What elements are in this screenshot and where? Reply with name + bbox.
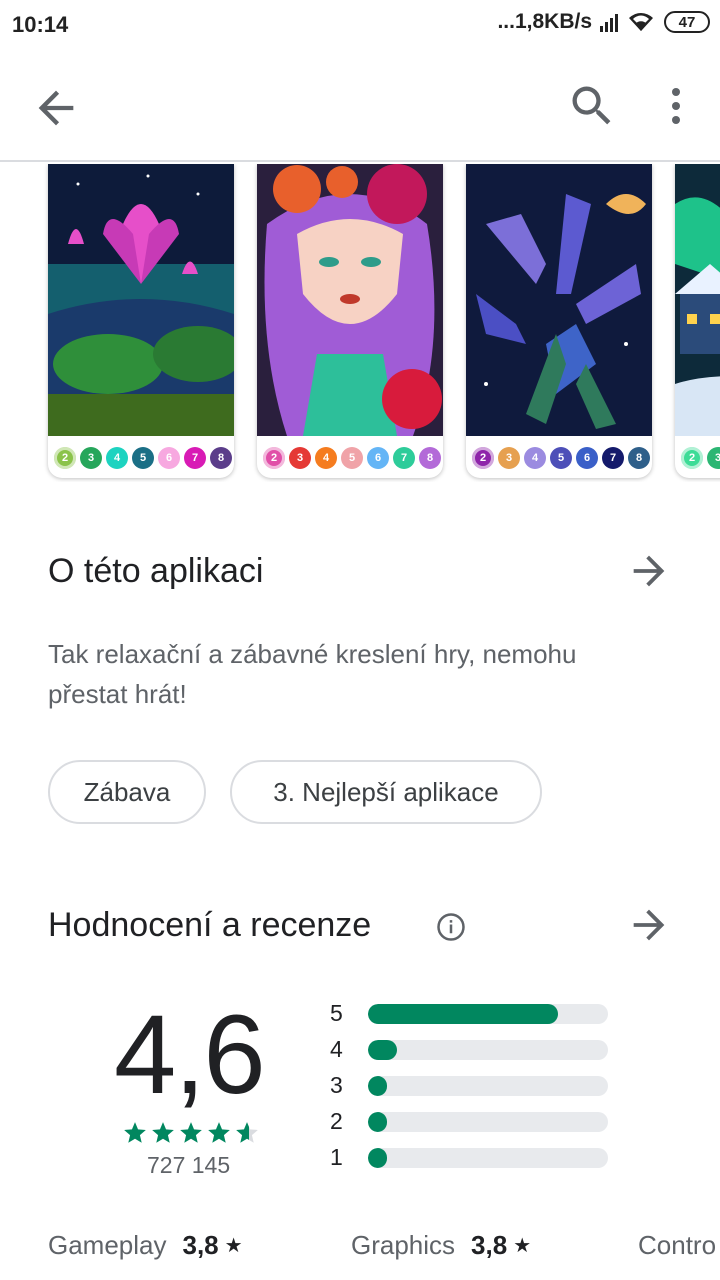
star-icon	[152, 1122, 174, 1143]
rating-bar-row: 5	[330, 996, 620, 1032]
sub-rating-value: 3,8	[182, 1230, 219, 1260]
rating-bar-fill	[368, 1040, 397, 1060]
signal-icon	[600, 12, 618, 32]
rating-bar-track	[368, 1148, 608, 1168]
color-palette: 23	[675, 440, 720, 476]
rating-bar-track	[368, 1112, 608, 1132]
palette-color: 6	[576, 447, 598, 469]
arrow-forward-icon[interactable]	[626, 902, 672, 948]
sub-rating-controls: Contro	[638, 1230, 716, 1261]
rating-bar-track	[368, 1040, 608, 1060]
sub-rating-graphics: Graphics 3,8 ★	[351, 1230, 531, 1261]
rating-bar-row: 4	[330, 1032, 620, 1068]
sub-rating-label: Gameplay	[48, 1230, 167, 1260]
rating-bar-label: 3	[330, 1072, 343, 1098]
lilies-artwork	[466, 164, 652, 436]
rating-bar-label: 1	[330, 1144, 343, 1170]
color-palette: 2345678	[48, 440, 234, 476]
star-icon	[208, 1122, 230, 1143]
palette-color: 6	[158, 447, 180, 469]
screenshot-lilies[interactable]: 2345678	[466, 164, 652, 478]
screenshot-lotus[interactable]: 2345678	[48, 164, 234, 478]
rating-bar-fill	[368, 1112, 388, 1132]
rating-bar-track	[368, 1004, 608, 1024]
app-bar	[0, 52, 720, 162]
chip-ranking[interactable]: 3. Nejlepší aplikace	[230, 760, 542, 824]
star-icon: ★	[224, 1235, 243, 1257]
sub-rating-value: 3,8	[471, 1230, 508, 1260]
rating-bar-label: 5	[330, 1000, 343, 1026]
palette-color: 4	[106, 447, 128, 469]
palette-color: 5	[132, 447, 154, 469]
more-vert-icon[interactable]	[652, 80, 700, 132]
rating-bar-fill	[368, 1004, 558, 1024]
color-palette: 2345678	[466, 440, 652, 476]
rating-bar-row: 3	[330, 1068, 620, 1104]
star-icon	[236, 1122, 258, 1143]
rating-bar-fill	[368, 1076, 388, 1096]
star-icon	[180, 1122, 202, 1143]
screenshot-girl[interactable]: 2345678	[257, 164, 443, 478]
palette-color: 4	[315, 447, 337, 469]
palette-color: 7	[602, 447, 624, 469]
palette-color: 3	[707, 447, 720, 469]
palette-color: 5	[550, 447, 572, 469]
palette-color: 7	[184, 447, 206, 469]
star-icon	[124, 1122, 146, 1143]
color-palette: 2345678	[257, 440, 443, 476]
palette-color: 8	[628, 447, 650, 469]
status-bar: 10:14 ...1,8KB/s 47	[0, 0, 720, 52]
palette-color: 3	[498, 447, 520, 469]
palette-color: 2	[263, 447, 285, 469]
palette-color: 2	[681, 447, 703, 469]
rating-bar-label: 2	[330, 1108, 343, 1134]
sub-rating-label: Contro	[638, 1230, 717, 1260]
winter-artwork	[675, 164, 720, 436]
palette-color: 4	[524, 447, 546, 469]
screenshots-carousel[interactable]: 2345678 2345678 2 3 4 5 6 7 8 2 3	[0, 164, 720, 482]
screenshot-winter[interactable]: 23	[675, 164, 720, 478]
palette-color: 5	[341, 447, 363, 469]
lotus-artwork	[48, 164, 234, 436]
palette-color: 6	[367, 447, 389, 469]
arrow-forward-icon[interactable]	[626, 548, 672, 594]
review-count: 727 145	[147, 1152, 231, 1178]
battery-indicator: 47	[664, 11, 710, 33]
about-description: Tak relaxační a zábavné kreslení hry, ne…	[48, 639, 577, 709]
about-title[interactable]: O této aplikaci	[48, 552, 263, 591]
star-icon: ★	[513, 1235, 532, 1257]
status-time: 10:14	[12, 12, 69, 37]
network-speed: ...1,8KB/s	[497, 10, 592, 33]
rating-bar-label: 4	[330, 1036, 343, 1062]
palette-color: 8	[210, 447, 232, 469]
palette-color: 2	[54, 447, 76, 469]
sub-rating-label: Graphics	[351, 1230, 456, 1260]
wifi-icon	[629, 13, 653, 31]
rating-bar-row: 1	[330, 1140, 620, 1176]
rating-distribution: 5 4 3 2 1	[330, 996, 620, 1176]
star-rating	[122, 1120, 260, 1146]
girl-artwork	[257, 164, 443, 436]
rating-bar-track	[368, 1076, 608, 1096]
palette-color: 3	[289, 447, 311, 469]
palette-color: 2	[472, 447, 494, 469]
sub-rating-gameplay: Gameplay 3,8 ★	[48, 1230, 243, 1261]
status-indicators: ...1,8KB/s 47	[497, 10, 710, 34]
rating-bar-row: 2	[330, 1104, 620, 1140]
info-icon[interactable]	[436, 912, 466, 942]
arrow-back-icon[interactable]	[30, 82, 82, 134]
ratings-title[interactable]: Hodnocení a recenze	[48, 906, 371, 945]
chip-category[interactable]: Zábava	[48, 760, 206, 824]
search-icon[interactable]	[566, 80, 618, 132]
palette-color: 3	[80, 447, 102, 469]
palette-color: 8	[419, 447, 441, 469]
rating-bar-fill	[368, 1148, 388, 1168]
palette-color: 7	[393, 447, 415, 469]
average-rating: 4,6	[114, 992, 266, 1117]
